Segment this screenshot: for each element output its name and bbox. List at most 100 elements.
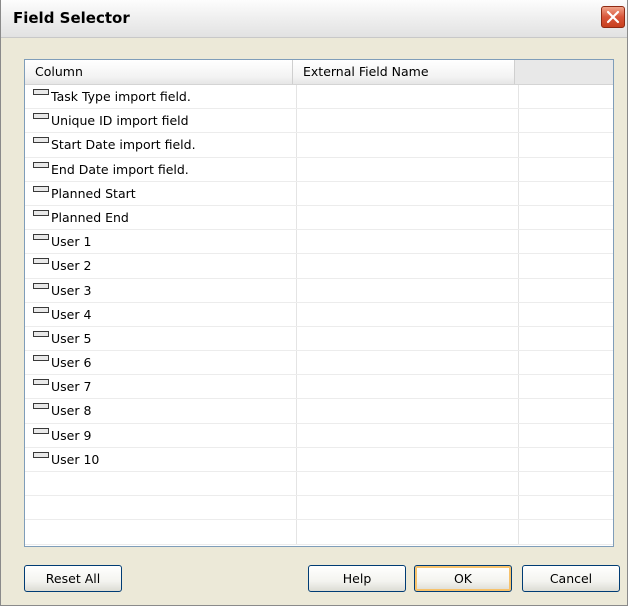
- column-cell[interactable]: Planned Start: [25, 181, 297, 205]
- filler-cell: [519, 254, 613, 277]
- table-row[interactable]: [25, 472, 613, 497]
- close-button[interactable]: [601, 6, 625, 28]
- column-cell[interactable]: User 5: [25, 326, 297, 351]
- external-field-cell[interactable]: [297, 447, 519, 471]
- external-field-cell[interactable]: [297, 133, 519, 157]
- external-field-cell[interactable]: [297, 399, 519, 423]
- cancel-button[interactable]: Cancel: [522, 565, 620, 592]
- column-cell[interactable]: User 6: [25, 351, 297, 375]
- external-field-cell[interactable]: [297, 278, 519, 302]
- filler-cell: [519, 206, 613, 229]
- external-field-cell[interactable]: [297, 85, 519, 109]
- filler-cell: [519, 109, 613, 132]
- column-label: User 3: [51, 282, 92, 298]
- external-field-cell[interactable]: [297, 472, 519, 496]
- column-cell[interactable]: User 10: [25, 447, 297, 471]
- external-field-cell[interactable]: [297, 351, 519, 375]
- table-row[interactable]: User 7: [25, 375, 613, 400]
- external-field-cell[interactable]: [297, 302, 519, 326]
- external-field-cell[interactable]: [297, 205, 519, 230]
- table-row[interactable]: User 1: [25, 230, 613, 255]
- column-header-column[interactable]: Column: [25, 60, 293, 84]
- column-cell[interactable]: [25, 496, 297, 520]
- table-row[interactable]: [25, 496, 613, 521]
- column-label: User 6: [51, 355, 92, 371]
- table-row[interactable]: User 3: [25, 278, 613, 303]
- filler-cell: [519, 327, 613, 350]
- close-icon: [606, 10, 620, 24]
- column-cell[interactable]: User 9: [25, 423, 297, 447]
- table-row[interactable]: Planned Start: [25, 181, 613, 206]
- field-selector-dialog: Field Selector Column External Field Nam…: [0, 0, 628, 606]
- column-cell[interactable]: User 1: [25, 230, 297, 254]
- field-grid[interactable]: Column External Field Name Task Type imp…: [24, 59, 614, 547]
- table-row[interactable]: User 2: [25, 254, 613, 279]
- filler-cell: [519, 351, 613, 374]
- column-cell[interactable]: User 3: [25, 278, 297, 302]
- table-row[interactable]: User 5: [25, 326, 613, 352]
- ok-button[interactable]: OK: [414, 565, 512, 592]
- field-icon: [33, 89, 49, 95]
- external-field-cell[interactable]: [297, 496, 519, 520]
- field-icon: [33, 282, 49, 289]
- filler-cell: [519, 85, 613, 108]
- external-field-cell[interactable]: [297, 326, 519, 351]
- column-cell[interactable]: End Date import field.: [25, 157, 297, 181]
- filler-cell: [519, 448, 613, 471]
- external-field-cell[interactable]: [297, 520, 519, 544]
- table-row[interactable]: End Date import field.: [25, 157, 613, 182]
- table-row[interactable]: User 8: [25, 399, 613, 424]
- grid-header: Column External Field Name: [25, 60, 613, 85]
- external-field-cell[interactable]: [297, 157, 519, 181]
- external-field-cell[interactable]: [297, 254, 519, 278]
- column-label: User 7: [51, 379, 92, 395]
- dialog-title: Field Selector: [13, 9, 130, 27]
- filler-cell: [519, 279, 613, 302]
- column-cell[interactable]: [25, 472, 297, 496]
- column-label: Start Date import field.: [51, 137, 196, 153]
- column-header-external-field-name[interactable]: External Field Name: [293, 60, 515, 84]
- column-label: User 2: [51, 258, 92, 274]
- reset-all-button[interactable]: Reset All: [24, 565, 122, 592]
- filler-cell: [519, 375, 613, 398]
- column-cell[interactable]: Task Type import field.: [25, 85, 297, 109]
- help-button[interactable]: Help: [308, 565, 406, 592]
- filler-cell: [519, 472, 613, 495]
- column-label: User 9: [51, 427, 92, 443]
- grid-rows: Task Type import field. Unique ID import …: [25, 85, 613, 545]
- column-cell[interactable]: User 2: [25, 254, 297, 278]
- external-field-cell[interactable]: [297, 230, 519, 254]
- table-row[interactable]: [25, 520, 613, 545]
- field-icon: [33, 330, 49, 337]
- table-row[interactable]: User 10: [25, 447, 613, 472]
- column-cell[interactable]: User 8: [25, 399, 297, 423]
- filler-cell: [519, 303, 613, 326]
- table-row[interactable]: User 9: [25, 423, 613, 448]
- column-label: User 4: [51, 306, 92, 322]
- table-row[interactable]: Start Date import field.: [25, 133, 613, 158]
- table-row[interactable]: Task Type import field.: [25, 85, 613, 110]
- external-field-cell[interactable]: [297, 109, 519, 133]
- filler-cell: [519, 520, 613, 543]
- column-cell[interactable]: User 7: [25, 375, 297, 399]
- filler-cell: [519, 424, 613, 447]
- field-icon: [33, 306, 49, 313]
- table-row[interactable]: Unique ID import field: [25, 109, 613, 134]
- field-icon: [33, 427, 49, 434]
- column-cell[interactable]: Planned End: [25, 205, 297, 230]
- column-cell[interactable]: [25, 520, 297, 544]
- column-label: User 10: [51, 451, 100, 467]
- table-row[interactable]: Planned End: [25, 205, 613, 231]
- column-cell[interactable]: Unique ID import field: [25, 109, 297, 133]
- title-bar[interactable]: Field Selector: [1, 0, 627, 38]
- table-row[interactable]: User 4: [25, 302, 613, 327]
- column-cell[interactable]: User 4: [25, 302, 297, 326]
- table-row[interactable]: User 6: [25, 351, 613, 376]
- column-cell[interactable]: Start Date import field.: [25, 133, 297, 157]
- column-label: Unique ID import field: [51, 113, 189, 129]
- external-field-cell[interactable]: [297, 181, 519, 205]
- external-field-cell[interactable]: [297, 375, 519, 399]
- column-label: User 5: [51, 330, 92, 346]
- column-label: Planned End: [51, 209, 129, 225]
- external-field-cell[interactable]: [297, 423, 519, 447]
